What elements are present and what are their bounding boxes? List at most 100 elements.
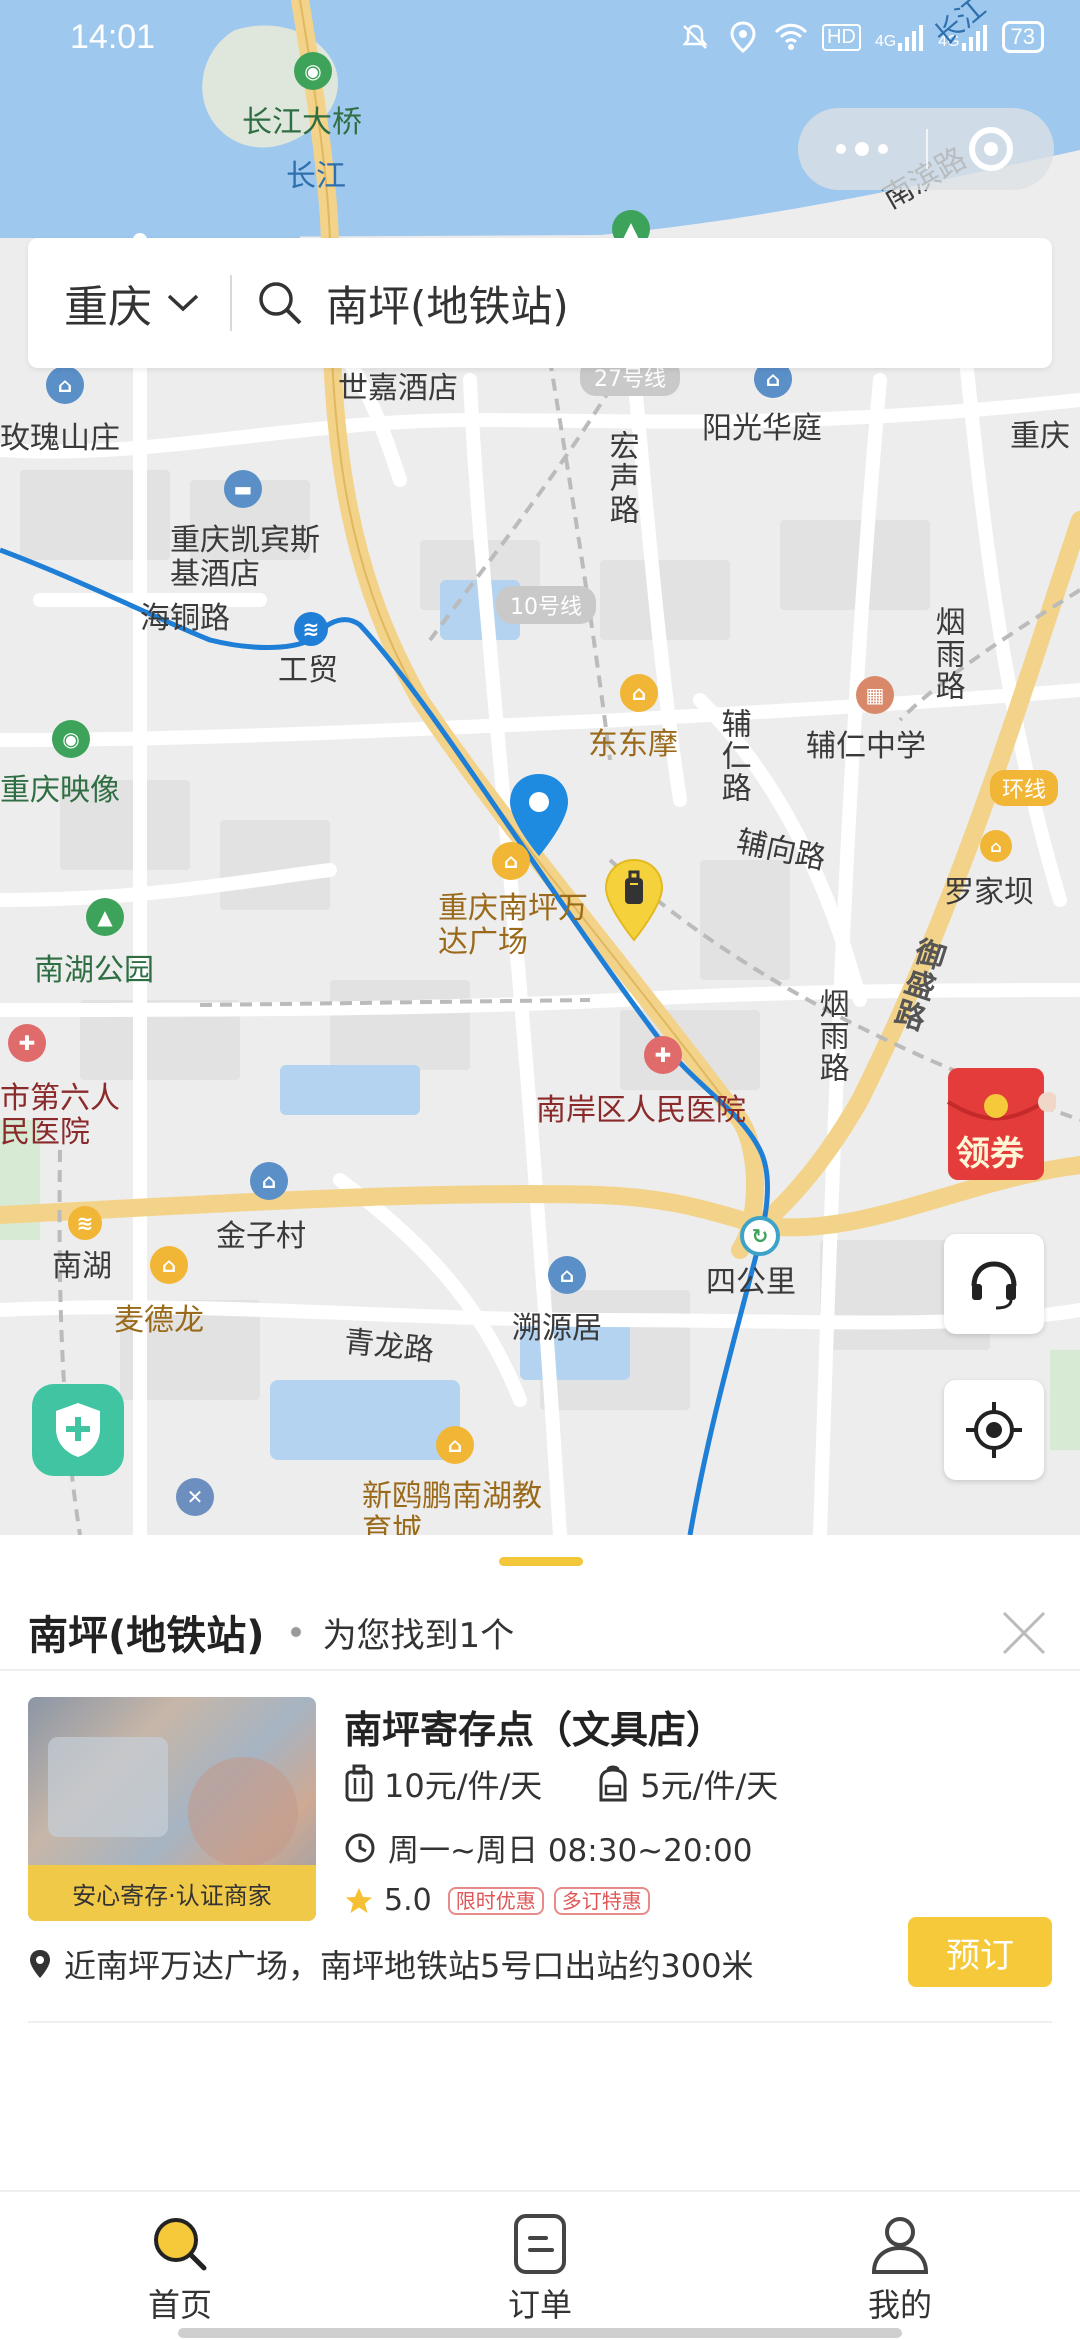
more-dot-icon — [836, 144, 846, 154]
store-prices: 10元/件/天 5元/件/天 — [344, 1761, 778, 1807]
safety-shield-button[interactable] — [32, 1384, 124, 1476]
map-label: 宏声路 — [603, 430, 639, 526]
results-header: 南坪(地铁站) 为您找到1个 — [28, 1587, 1052, 1677]
divider — [28, 2021, 1052, 2023]
wifi-icon — [774, 20, 808, 54]
map-label: 烟雨路 — [813, 988, 849, 1084]
hospital-icon: ✚ — [644, 1036, 682, 1074]
camera-icon: ◉ — [294, 52, 332, 90]
tab-home-label: 首页 — [147, 2286, 212, 2324]
camera-icon: ◉ — [52, 720, 90, 758]
price-suitcase: 10元/件/天 — [344, 1761, 542, 1807]
status-bar: 14:01 HD 4G 4G 73 — [0, 0, 1080, 80]
city-selector[interactable]: 重庆 — [28, 271, 200, 335]
separator-dot — [290, 1627, 301, 1637]
shopping-icon: ⌂ — [620, 674, 658, 712]
divider — [0, 1669, 1080, 1671]
home-poi-icon: ⌂ — [46, 366, 84, 404]
home-indicator[interactable] — [178, 2328, 902, 2338]
close-miniprogram-button[interactable] — [928, 108, 1054, 190]
tab-orders-label: 订单 — [507, 2286, 572, 2324]
map-label: 世嘉酒店 — [338, 371, 458, 406]
storage-store-card[interactable]: 安心寄存·认证商家 南坪寄存点（文具店） 10元/件/天 5元/件/天 周一~周… — [28, 1697, 1052, 2017]
store-rating-row: 5.0 限时优惠 多订特惠 — [344, 1883, 650, 1918]
tab-profile[interactable]: 我的 — [820, 2212, 980, 2326]
promo-tag: 限时优惠 — [447, 1886, 544, 1915]
home-poi-icon: ⌂ — [250, 1162, 288, 1200]
status-time: 14:01 — [70, 18, 156, 56]
map-label: 重庆南坪万达广场 — [438, 891, 588, 960]
map-label: 工贸 — [278, 653, 338, 688]
map-label: 南湖公园 — [34, 953, 154, 988]
clock-icon — [345, 1833, 375, 1862]
location-pin-icon — [30, 1950, 50, 1978]
customer-service-button[interactable] — [944, 1234, 1044, 1334]
target-icon — [969, 127, 1013, 171]
map-label: 重庆凯宾斯基酒店 — [170, 523, 320, 592]
results-sheet: 南坪(地铁站) 为您找到1个 安心寄存·认证商家 南坪寄存点（文具店） 10元/… — [0, 1535, 1080, 2190]
shield-icon — [56, 1403, 100, 1457]
chevron-down-icon — [167, 294, 199, 312]
user-icon — [871, 2217, 929, 2274]
map-label: 重庆映像 — [0, 773, 120, 808]
storage-point-marker[interactable] — [602, 858, 666, 942]
store-hours: 周一~周日 08:30~20:00 — [344, 1825, 752, 1870]
map-label: 长江大桥 — [242, 105, 362, 140]
headset-icon — [971, 1261, 1017, 1310]
map-label: 辅仁路 — [715, 708, 751, 804]
tab-orders[interactable]: 订单 — [460, 2212, 620, 2326]
search-icon — [154, 2218, 207, 2271]
map-label: 南湖 — [52, 1249, 112, 1284]
map-label: 东东摩 — [588, 727, 678, 762]
store-rating: 5.0 — [384, 1883, 432, 1918]
close-icon — [1002, 1611, 1046, 1655]
map-label: 南岸区人民医院 — [536, 1093, 746, 1128]
map-label: 麦德龙 — [114, 1303, 204, 1338]
close-results-button[interactable] — [996, 1605, 1052, 1661]
shopping-icon: ⌂ — [150, 1246, 188, 1284]
shopping-icon: ⌂ — [436, 1426, 474, 1464]
results-count: 为您找到1个 — [322, 1615, 515, 1656]
status-icons: HD 4G 4G 73 — [678, 20, 1044, 54]
sheet-drag-handle[interactable] — [499, 1557, 583, 1566]
transfer-station-icon: ↻ — [740, 1216, 780, 1256]
coupon-button[interactable]: 领券 — [944, 1062, 1058, 1188]
order-icon — [514, 2214, 566, 2274]
metro-station-icon: ≋ — [294, 612, 328, 646]
map-label: 溯源居 — [512, 1311, 602, 1346]
park-icon: ▲ — [86, 898, 124, 936]
map-label: 市第六人民医院 — [0, 1081, 120, 1150]
map-label: 烟雨路 — [929, 606, 965, 702]
star-icon — [346, 1887, 372, 1913]
ring-road-tag: 环线 — [990, 770, 1059, 806]
more-dot-icon — [855, 142, 869, 156]
miniprogram-capsule — [798, 108, 1054, 190]
bottom-tab-bar: 首页 订单 我的 — [0, 2190, 1080, 2340]
location-icon — [726, 20, 760, 54]
suitcase-icon — [345, 1764, 373, 1802]
map-label: 海铜路 — [140, 601, 230, 636]
store-photo: 安心寄存·认证商家 — [28, 1697, 316, 1921]
map-label: 罗家坝 — [944, 875, 1034, 910]
home-poi-icon: ⌂ — [548, 1256, 586, 1294]
more-button[interactable] — [798, 108, 926, 190]
city-label: 重庆 — [64, 282, 152, 333]
map-label: 重庆 — [1010, 419, 1070, 454]
tab-home[interactable]: 首页 — [100, 2212, 260, 2326]
shopping-icon: ⌂ — [492, 842, 530, 880]
map-label: 新鸥鹏南湖教育城 — [362, 1479, 542, 1535]
book-button[interactable]: 预订 — [908, 1917, 1052, 1987]
locate-me-button[interactable] — [944, 1380, 1044, 1480]
promo-tag: 多订特惠 — [553, 1886, 650, 1915]
hospital-icon: ✚ — [8, 1024, 46, 1062]
map-label: 阳光华庭 — [702, 411, 822, 446]
tools-icon: ✕ — [176, 1478, 214, 1516]
map-view[interactable]: 14:01 HD 4G 4G 73 长江大桥 长江 长江 南滨路 — [0, 0, 1080, 1535]
mute-icon — [678, 20, 712, 54]
school-icon: ▦ — [856, 676, 894, 714]
search-input[interactable]: 南坪(地铁站) — [256, 273, 569, 334]
backpack-icon — [599, 1765, 627, 1802]
certified-badge: 安心寄存·认证商家 — [28, 1865, 316, 1921]
battery-indicator: 73 — [1001, 21, 1044, 53]
search-divider — [230, 275, 232, 331]
